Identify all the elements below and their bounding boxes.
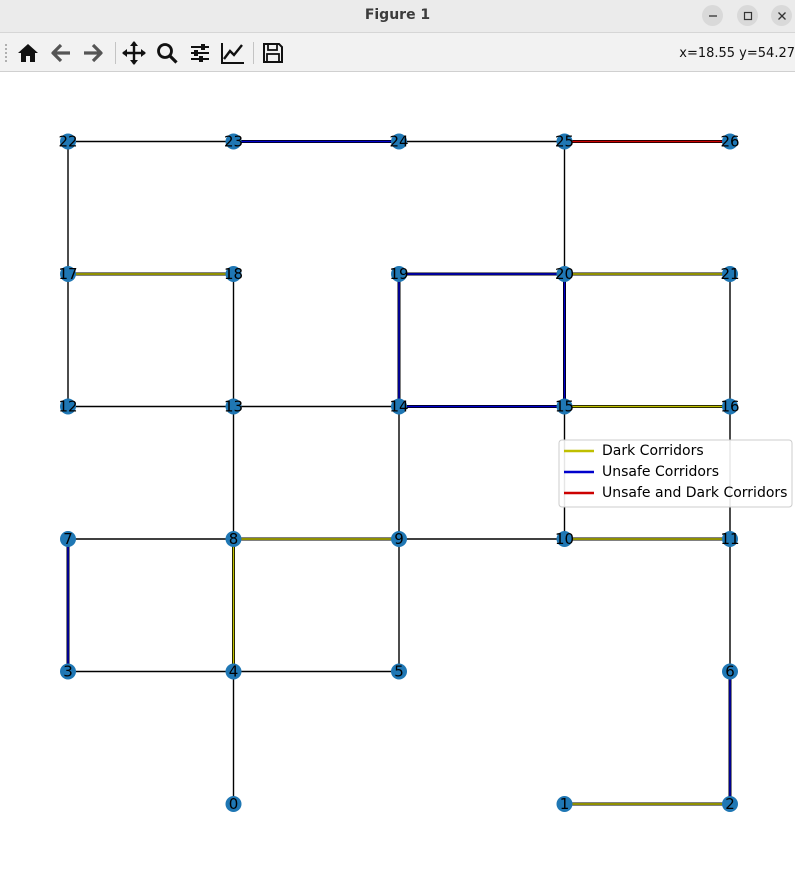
node-label-5: 5 [394, 663, 404, 681]
back-button[interactable] [47, 39, 75, 67]
node-label-17: 17 [58, 265, 77, 283]
maximize-button[interactable] [737, 5, 758, 26]
node-label-23: 23 [224, 133, 243, 151]
legend-label-unsafe_dark: Unsafe and Dark Corridors [602, 485, 787, 501]
toolbar-separator [253, 42, 254, 64]
node-label-15: 15 [555, 398, 574, 416]
node-label-20: 20 [555, 265, 574, 283]
window-titlebar: Figure 1 [0, 0, 795, 33]
close-button[interactable] [771, 5, 792, 26]
node-label-8: 8 [229, 530, 239, 548]
legend: Dark Corridors Unsafe Corridors Unsafe and… [558, 439, 793, 508]
node-label-11: 11 [720, 530, 739, 548]
zoom-icon [157, 43, 178, 64]
edit-axis-icon [221, 43, 244, 64]
zoom-button[interactable] [153, 39, 181, 67]
legend-label-dark: Dark Corridors [602, 443, 704, 459]
node-label-14: 14 [389, 398, 408, 416]
node-label-9: 9 [394, 530, 404, 548]
back-icon [51, 43, 70, 63]
figure-canvas[interactable]: 0 1 23 4 5 67 8 9 10 1112 13 14 15 1617 18 19 20 2122 23 24… [0, 72, 795, 870]
toolbar-grip[interactable] [5, 44, 9, 62]
minimize-button[interactable] [702, 5, 723, 26]
node-label-22: 22 [58, 133, 77, 151]
legend-label-unsafe: Unsafe Corridors [602, 464, 719, 480]
cursor-coordinates: x=18.55 y=54.27 [679, 46, 795, 61]
close-icon [777, 11, 786, 20]
node-label-12: 12 [58, 398, 77, 416]
pan-icon [122, 41, 146, 65]
home-icon [18, 44, 38, 62]
node-label-24: 24 [389, 133, 408, 151]
minimize-icon [708, 14, 717, 17]
navigation-toolbar: x=18.55 y=54.27 [0, 33, 795, 72]
node-label-1: 1 [560, 795, 570, 813]
maximize-icon [743, 11, 752, 20]
save-button[interactable] [259, 39, 287, 67]
node-label-18: 18 [224, 265, 243, 283]
save-icon [263, 43, 283, 63]
home-button[interactable] [14, 39, 42, 67]
toolbar-separator [115, 42, 116, 64]
node-label-2: 2 [725, 795, 735, 813]
configure-subplots-button[interactable] [186, 39, 214, 67]
window-title: Figure 1 [364, 7, 431, 23]
node-label-13: 13 [224, 398, 243, 416]
configure-subplots-icon [191, 44, 209, 62]
node-label-10: 10 [555, 530, 574, 548]
node-label-16: 16 [720, 398, 739, 416]
node-label-6: 6 [725, 663, 735, 681]
node-label-25: 25 [555, 133, 574, 151]
pan-button[interactable] [120, 39, 148, 67]
node-label-3: 3 [63, 663, 73, 681]
forward-button[interactable] [79, 39, 107, 67]
forward-icon [84, 43, 103, 63]
node-label-26: 26 [720, 133, 739, 151]
edit-axis-button[interactable] [219, 39, 247, 67]
node-label-21: 21 [720, 265, 739, 283]
node-label-4: 4 [229, 663, 239, 681]
node-label-0: 0 [229, 795, 239, 813]
node-label-19: 19 [389, 265, 408, 283]
node-label-7: 7 [63, 530, 73, 548]
